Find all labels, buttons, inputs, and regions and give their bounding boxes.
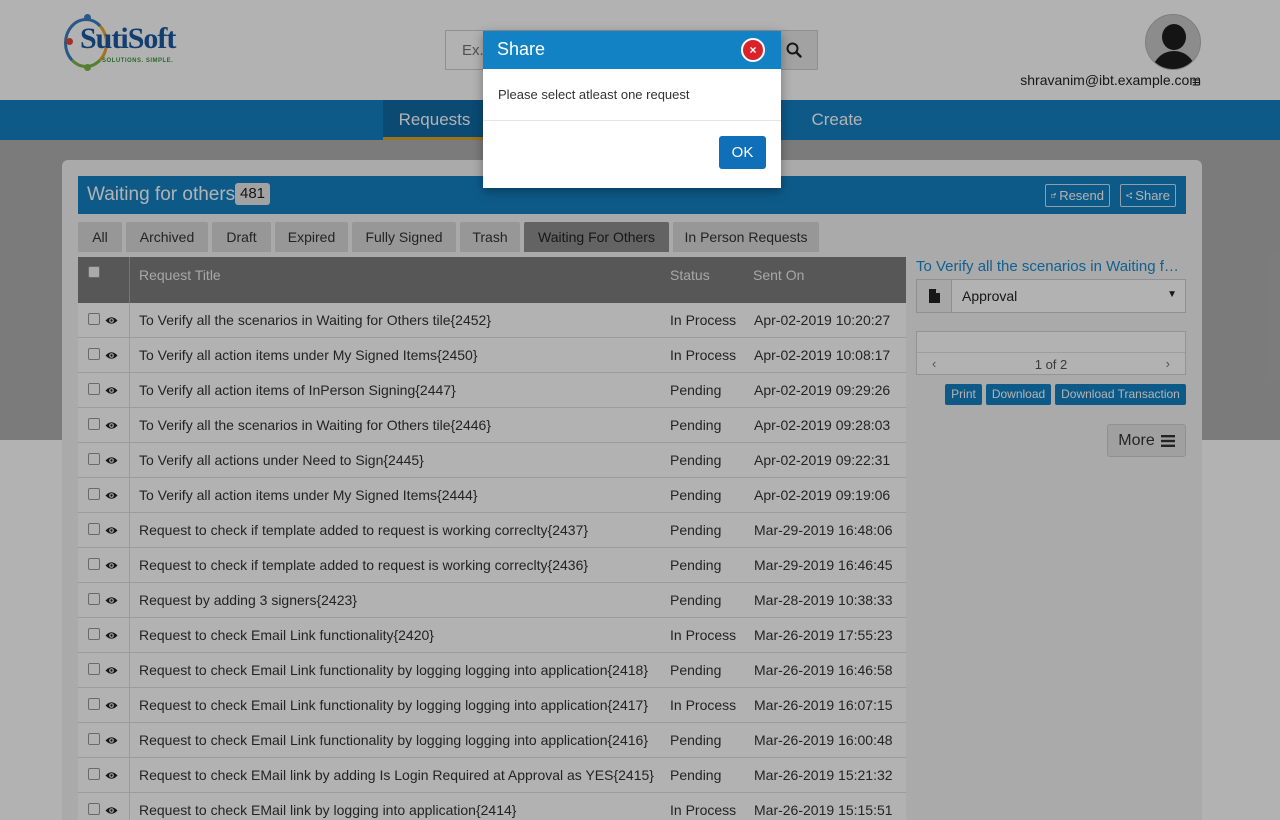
share-dialog: Share × Please select atleast one reques… [483,31,781,188]
close-icon[interactable]: × [741,38,765,62]
dialog-divider [483,120,781,121]
dialog-message: Please select atleast one request [498,87,690,102]
dialog-header: Share × [483,31,781,69]
dialog-title: Share [497,39,546,59]
ok-button[interactable]: OK [719,136,766,169]
